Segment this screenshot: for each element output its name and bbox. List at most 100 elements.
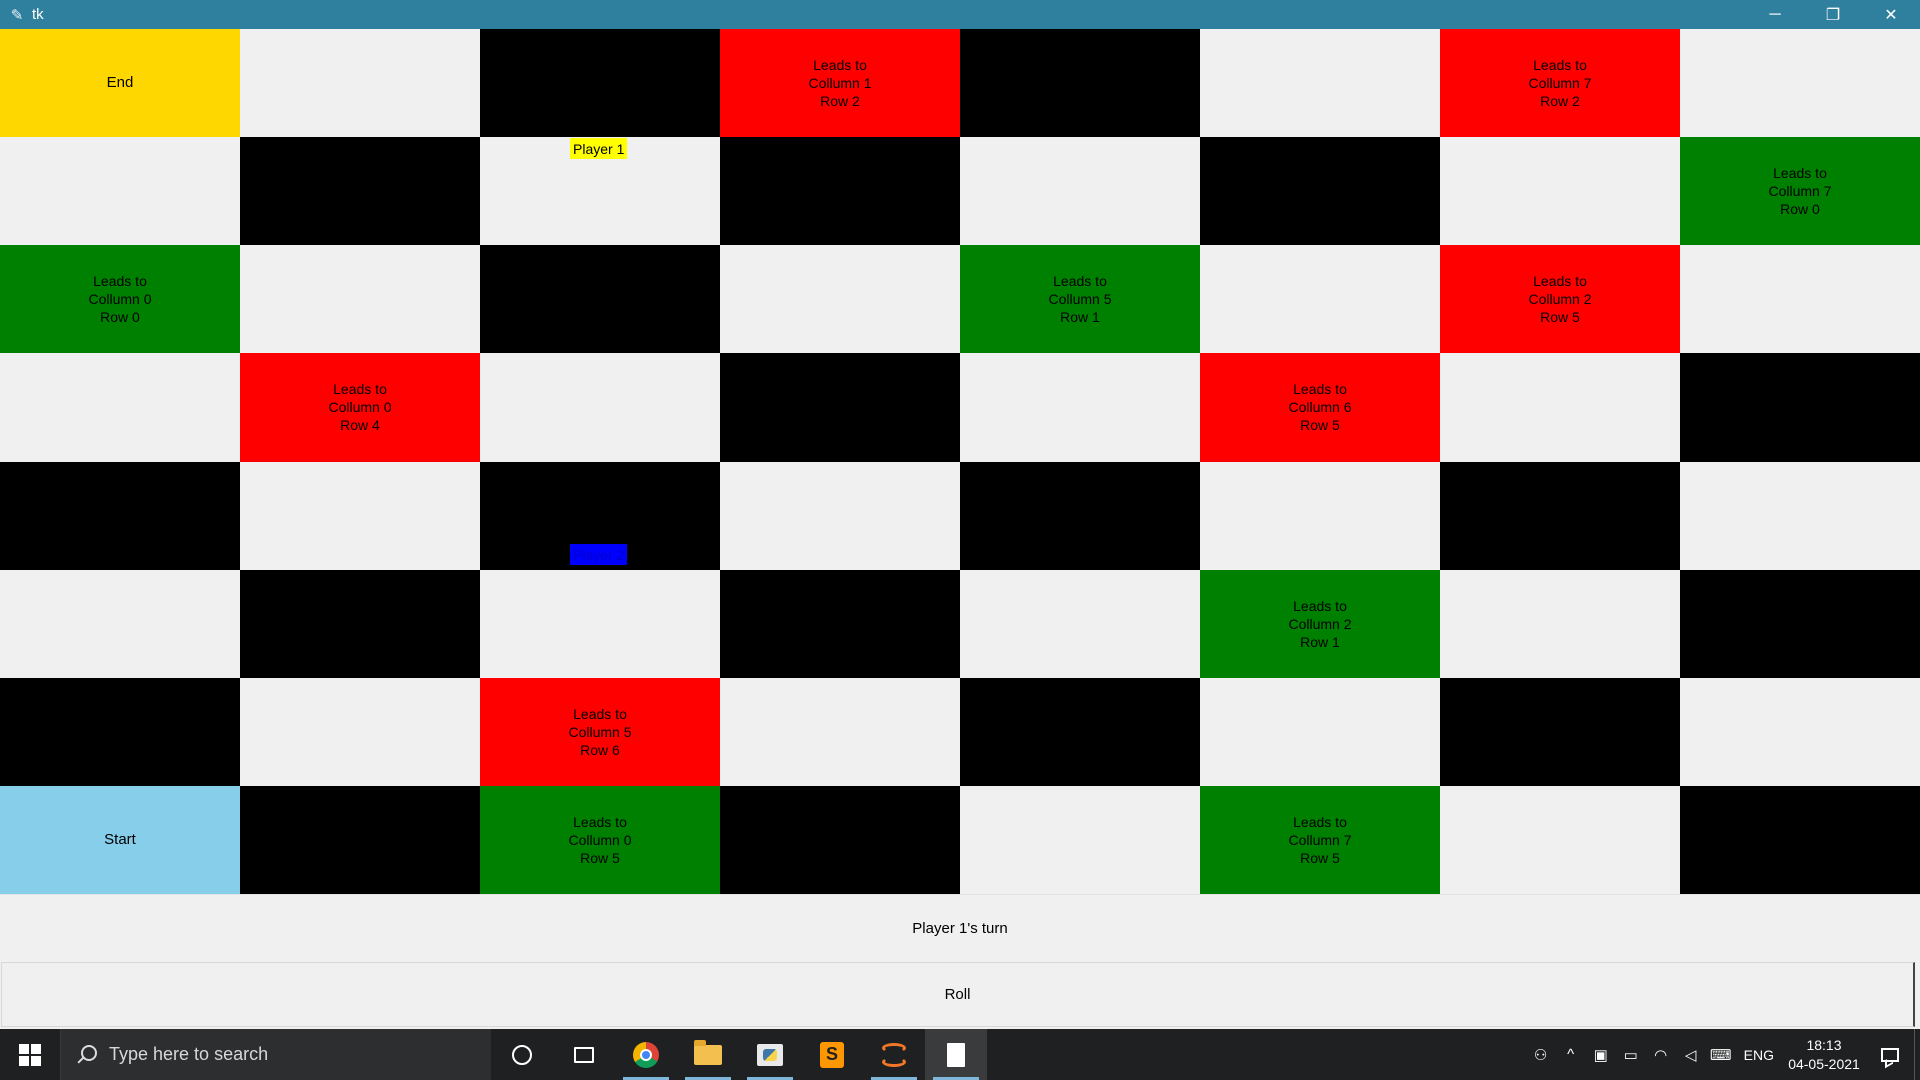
clock-date: 04-05-2021 bbox=[1788, 1055, 1860, 1072]
board-cell bbox=[720, 677, 960, 786]
feather-icon: ✎ bbox=[10, 6, 24, 24]
board-cell bbox=[1200, 137, 1440, 246]
file-explorer-icon bbox=[694, 1039, 722, 1065]
green-ladder-cell: Leads to Collumn 0 Row 5 bbox=[480, 785, 720, 894]
notifications-button[interactable] bbox=[1866, 1029, 1914, 1080]
task-view-button[interactable] bbox=[553, 1029, 615, 1080]
chrome-icon bbox=[633, 1041, 659, 1068]
player-2-token: Player 2 bbox=[570, 544, 628, 565]
taskbar: Type here to search S ⚇ ^ ▣ ▭ ◠ ◁ ⌨ ENG … bbox=[0, 1029, 1920, 1080]
document-icon bbox=[947, 1042, 965, 1067]
board-cell bbox=[480, 29, 720, 138]
board-cell bbox=[240, 677, 480, 786]
minimize-button[interactable]: ─ bbox=[1746, 0, 1804, 29]
board-cell bbox=[240, 245, 480, 354]
red-snake-cell: Leads to Collumn 6 Row 5 bbox=[1200, 353, 1440, 462]
board-cell bbox=[1440, 461, 1680, 570]
sublime-text-icon: S bbox=[820, 1041, 844, 1068]
board-cell bbox=[720, 353, 960, 462]
clock-time: 18:13 bbox=[1806, 1036, 1842, 1053]
board-cell bbox=[1680, 29, 1920, 138]
board-cell bbox=[1440, 677, 1680, 786]
taskbar-search[interactable]: Type here to search bbox=[60, 1029, 491, 1080]
board-cell bbox=[960, 353, 1200, 462]
volume-icon[interactable]: ◁ bbox=[1676, 1029, 1706, 1080]
chevron-up-icon[interactable]: ^ bbox=[1556, 1029, 1586, 1080]
window-title: tk bbox=[32, 6, 44, 23]
board-cell bbox=[1440, 785, 1680, 894]
red-snake-cell: Leads to Collumn 2 Row 5 bbox=[1440, 245, 1680, 354]
board-cell bbox=[1680, 353, 1920, 462]
window-controls: ─ ❐ ✕ bbox=[1746, 0, 1920, 29]
green-ladder-cell: Leads to Collumn 7 Row 0 bbox=[1680, 137, 1920, 246]
start-button[interactable] bbox=[0, 1029, 60, 1080]
windows-logo-icon bbox=[19, 1043, 41, 1066]
game-board: End Leads to Collumn 1 Row 2 Leads to Coll… bbox=[0, 29, 1920, 894]
board-cell bbox=[1680, 677, 1920, 786]
battery-icon[interactable]: ▭ bbox=[1616, 1029, 1646, 1080]
language-indicator[interactable]: ENG bbox=[1736, 1047, 1782, 1063]
board-cell bbox=[960, 137, 1200, 246]
cortana-button[interactable] bbox=[491, 1029, 553, 1080]
board-cell bbox=[720, 785, 960, 894]
board-cell bbox=[960, 461, 1200, 570]
wifi-icon[interactable]: ◠ bbox=[1646, 1029, 1676, 1080]
board-cell bbox=[720, 461, 960, 570]
board-cell bbox=[1200, 29, 1440, 138]
green-ladder-cell: Leads to Collumn 7 Row 5 bbox=[1200, 785, 1440, 894]
board-cell bbox=[0, 461, 240, 570]
board-cell bbox=[240, 137, 480, 246]
board-cell bbox=[1680, 245, 1920, 354]
red-snake-cell: Leads to Collumn 0 Row 4 bbox=[240, 353, 480, 462]
board-cell bbox=[720, 137, 960, 246]
board-cell bbox=[240, 29, 480, 138]
search-icon bbox=[75, 1044, 97, 1066]
board-cell bbox=[720, 245, 960, 354]
board-cell bbox=[480, 353, 720, 462]
jupyter-taskbar-button[interactable] bbox=[863, 1029, 925, 1080]
window-title-bar[interactable]: ✎ tk ─ ❐ ✕ bbox=[0, 0, 1920, 29]
red-snake-cell: Leads to Collumn 7 Row 2 bbox=[1440, 29, 1680, 138]
green-ladder-cell: Leads to Collumn 5 Row 1 bbox=[960, 245, 1200, 354]
board-cell bbox=[240, 569, 480, 678]
sublime-taskbar-button[interactable]: S bbox=[801, 1029, 863, 1080]
board-cell bbox=[1440, 137, 1680, 246]
meet-now-icon[interactable]: ▣ bbox=[1586, 1029, 1616, 1080]
board-cell bbox=[0, 353, 240, 462]
start-cell: Start bbox=[0, 785, 240, 894]
red-snake-cell: Leads to Collumn 1 Row 2 bbox=[720, 29, 960, 138]
search-placeholder: Type here to search bbox=[109, 1044, 269, 1064]
keyboard-icon[interactable]: ⌨ bbox=[1706, 1029, 1736, 1080]
people-icon[interactable]: ⚇ bbox=[1526, 1029, 1556, 1080]
board-cell bbox=[480, 245, 720, 354]
board-cell bbox=[0, 569, 240, 678]
turn-status: Player 1's turn bbox=[0, 894, 1920, 961]
python-idle-taskbar-button[interactable] bbox=[739, 1029, 801, 1080]
close-button[interactable]: ✕ bbox=[1862, 0, 1920, 29]
roll-button[interactable]: Roll bbox=[1, 962, 1915, 1027]
board-cell bbox=[1200, 461, 1440, 570]
board-cell bbox=[1680, 461, 1920, 570]
board-cell bbox=[1440, 353, 1680, 462]
notification-icon bbox=[1881, 1047, 1899, 1062]
board-cell bbox=[1200, 677, 1440, 786]
clock[interactable]: 18:13 04-05-2021 bbox=[1782, 1036, 1866, 1074]
file-explorer-taskbar-button[interactable] bbox=[677, 1029, 739, 1080]
board-cell bbox=[960, 785, 1200, 894]
board-cell bbox=[960, 29, 1200, 138]
red-snake-cell: Leads to Collumn 5 Row 6 bbox=[480, 677, 720, 786]
chrome-taskbar-button[interactable] bbox=[615, 1029, 677, 1080]
board-cell bbox=[1680, 785, 1920, 894]
green-ladder-cell: Leads to Collumn 2 Row 1 bbox=[1200, 569, 1440, 678]
jupyter-icon bbox=[881, 1042, 907, 1068]
show-desktop-button[interactable] bbox=[1914, 1029, 1920, 1080]
board-cell bbox=[960, 677, 1200, 786]
board-cell bbox=[240, 785, 480, 894]
board-cell bbox=[960, 569, 1200, 678]
board-cell bbox=[1200, 245, 1440, 354]
board-cell bbox=[1440, 569, 1680, 678]
python-idle-icon bbox=[757, 1043, 783, 1066]
board-cell bbox=[480, 569, 720, 678]
tk-window-taskbar-button[interactable] bbox=[925, 1029, 987, 1080]
maximize-button[interactable]: ❐ bbox=[1804, 0, 1862, 29]
